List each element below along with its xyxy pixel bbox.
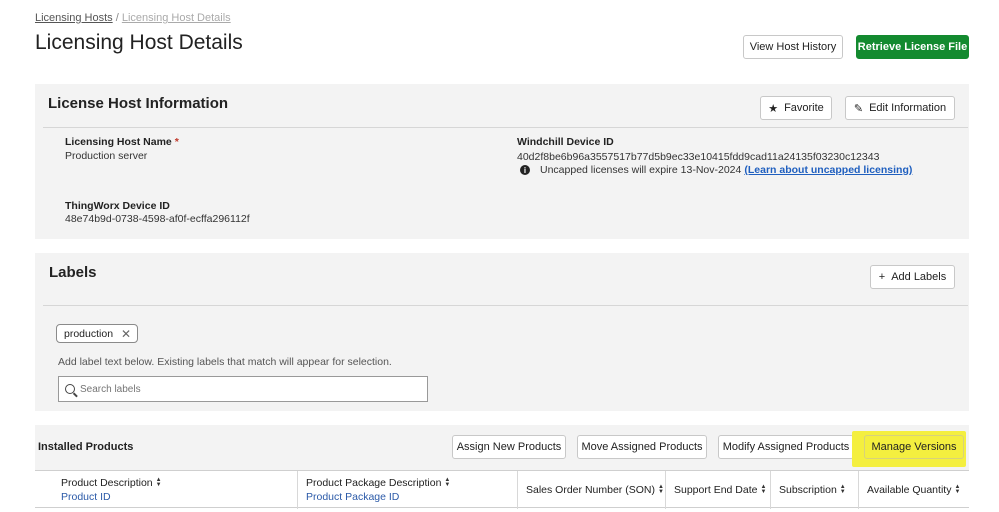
manage-versions-button[interactable]: Manage Versions: [864, 435, 964, 459]
pencil-icon: ✎: [853, 102, 864, 115]
breadcrumb: Licensing Hosts / Licensing Host Details: [35, 12, 231, 24]
col-title: Product Package Description: [306, 477, 442, 489]
col-product-package-description[interactable]: Product Package Description ▲ ▼ Product Pa…: [298, 471, 518, 509]
info-icon: i: [520, 165, 530, 175]
view-host-history-button[interactable]: View Host History: [743, 35, 843, 59]
edit-information-button[interactable]: ✎ Edit Information: [845, 96, 955, 120]
favorite-button[interactable]: ★ Favorite: [760, 96, 832, 120]
installed-products-title: Installed Products: [38, 441, 134, 453]
col-subtitle: Product ID: [61, 491, 111, 503]
installed-products-table-header: Product Description ▲ ▼ Product ID Product…: [35, 470, 969, 509]
search-labels-input[interactable]: [80, 383, 400, 395]
col-available-quantity[interactable]: Available Quantity ▲ ▼: [859, 471, 969, 509]
breadcrumb-separator: /: [115, 12, 119, 24]
host-info-divider: [43, 127, 968, 128]
label-tag-production: production ✕: [56, 324, 139, 343]
thingworx-device-id-label: ThingWorx Device ID: [65, 200, 170, 212]
assign-new-products-button[interactable]: Assign New Products: [452, 435, 566, 459]
col-title: Product Description: [61, 477, 153, 489]
windchill-device-id-value: 40d2f8be6b96a3557517b77d5b9ec33e10415fdd…: [517, 151, 880, 163]
host-name-value: Production server: [65, 150, 148, 162]
col-subscription[interactable]: Subscription ▲ ▼: [771, 471, 859, 509]
sort-icon[interactable]: ▲ ▼: [658, 484, 664, 495]
col-title: Support End Date: [674, 484, 758, 496]
search-labels-box[interactable]: [58, 376, 428, 402]
label-tag-text: production: [64, 327, 114, 340]
star-icon: ★: [768, 102, 779, 115]
add-labels-button[interactable]: + Add Labels: [870, 265, 955, 289]
learn-uncapped-link[interactable]: (Learn about uncapped licensing): [744, 164, 912, 176]
edit-information-label: Edit Information: [869, 102, 947, 114]
col-product-description[interactable]: Product Description ▲ ▼ Product ID: [53, 471, 298, 509]
breadcrumb-link-licensing-hosts[interactable]: Licensing Hosts: [35, 12, 113, 24]
col-title: Available Quantity: [867, 484, 952, 496]
close-icon[interactable]: ✕: [121, 327, 131, 341]
plus-icon: +: [878, 271, 886, 283]
sort-icon[interactable]: ▲ ▼: [760, 484, 766, 495]
sort-icon[interactable]: ▲ ▼: [444, 477, 450, 488]
host-name-label-text: Licensing Host Name: [65, 136, 172, 148]
move-assigned-products-button[interactable]: Move Assigned Products: [577, 435, 707, 459]
col-subtitle: Product Package ID: [306, 491, 400, 503]
uncapped-license-notice: i Uncapped licenses will expire 13-Nov-2…: [520, 164, 912, 176]
add-labels-label: Add Labels: [891, 271, 947, 283]
host-name-label: Licensing Host Name *: [65, 136, 179, 148]
sort-icon[interactable]: ▲ ▼: [954, 484, 960, 495]
col-title: Subscription: [779, 484, 837, 496]
breadcrumb-current[interactable]: Licensing Host Details: [122, 12, 231, 24]
uncapped-text: Uncapped licenses will expire 13-Nov-202…: [540, 164, 742, 176]
modify-assigned-products-button[interactable]: Modify Assigned Products: [718, 435, 854, 459]
col-support-end-date[interactable]: Support End Date ▲ ▼: [666, 471, 771, 509]
license-host-info-title: License Host Information: [48, 95, 229, 112]
col-title: Sales Order Number (SON): [526, 484, 655, 496]
search-icon: [65, 384, 75, 394]
retrieve-license-file-button[interactable]: Retrieve License File: [856, 35, 969, 59]
labels-hint: Add label text below. Existing labels th…: [58, 356, 392, 368]
page-title: Licensing Host Details: [35, 31, 243, 54]
labels-divider: [43, 305, 968, 306]
sort-icon[interactable]: ▲ ▼: [156, 477, 162, 488]
required-mark: *: [174, 136, 179, 148]
windchill-device-id-label: Windchill Device ID: [517, 136, 614, 148]
col-sales-order-number[interactable]: Sales Order Number (SON) ▲ ▼: [518, 471, 666, 509]
labels-title: Labels: [49, 264, 97, 281]
favorite-label: Favorite: [784, 102, 824, 114]
sort-icon[interactable]: ▲ ▼: [840, 484, 846, 495]
thingworx-device-id-value: 48e74b9d-0738-4598-af0f-ecffa296112f: [65, 213, 250, 225]
